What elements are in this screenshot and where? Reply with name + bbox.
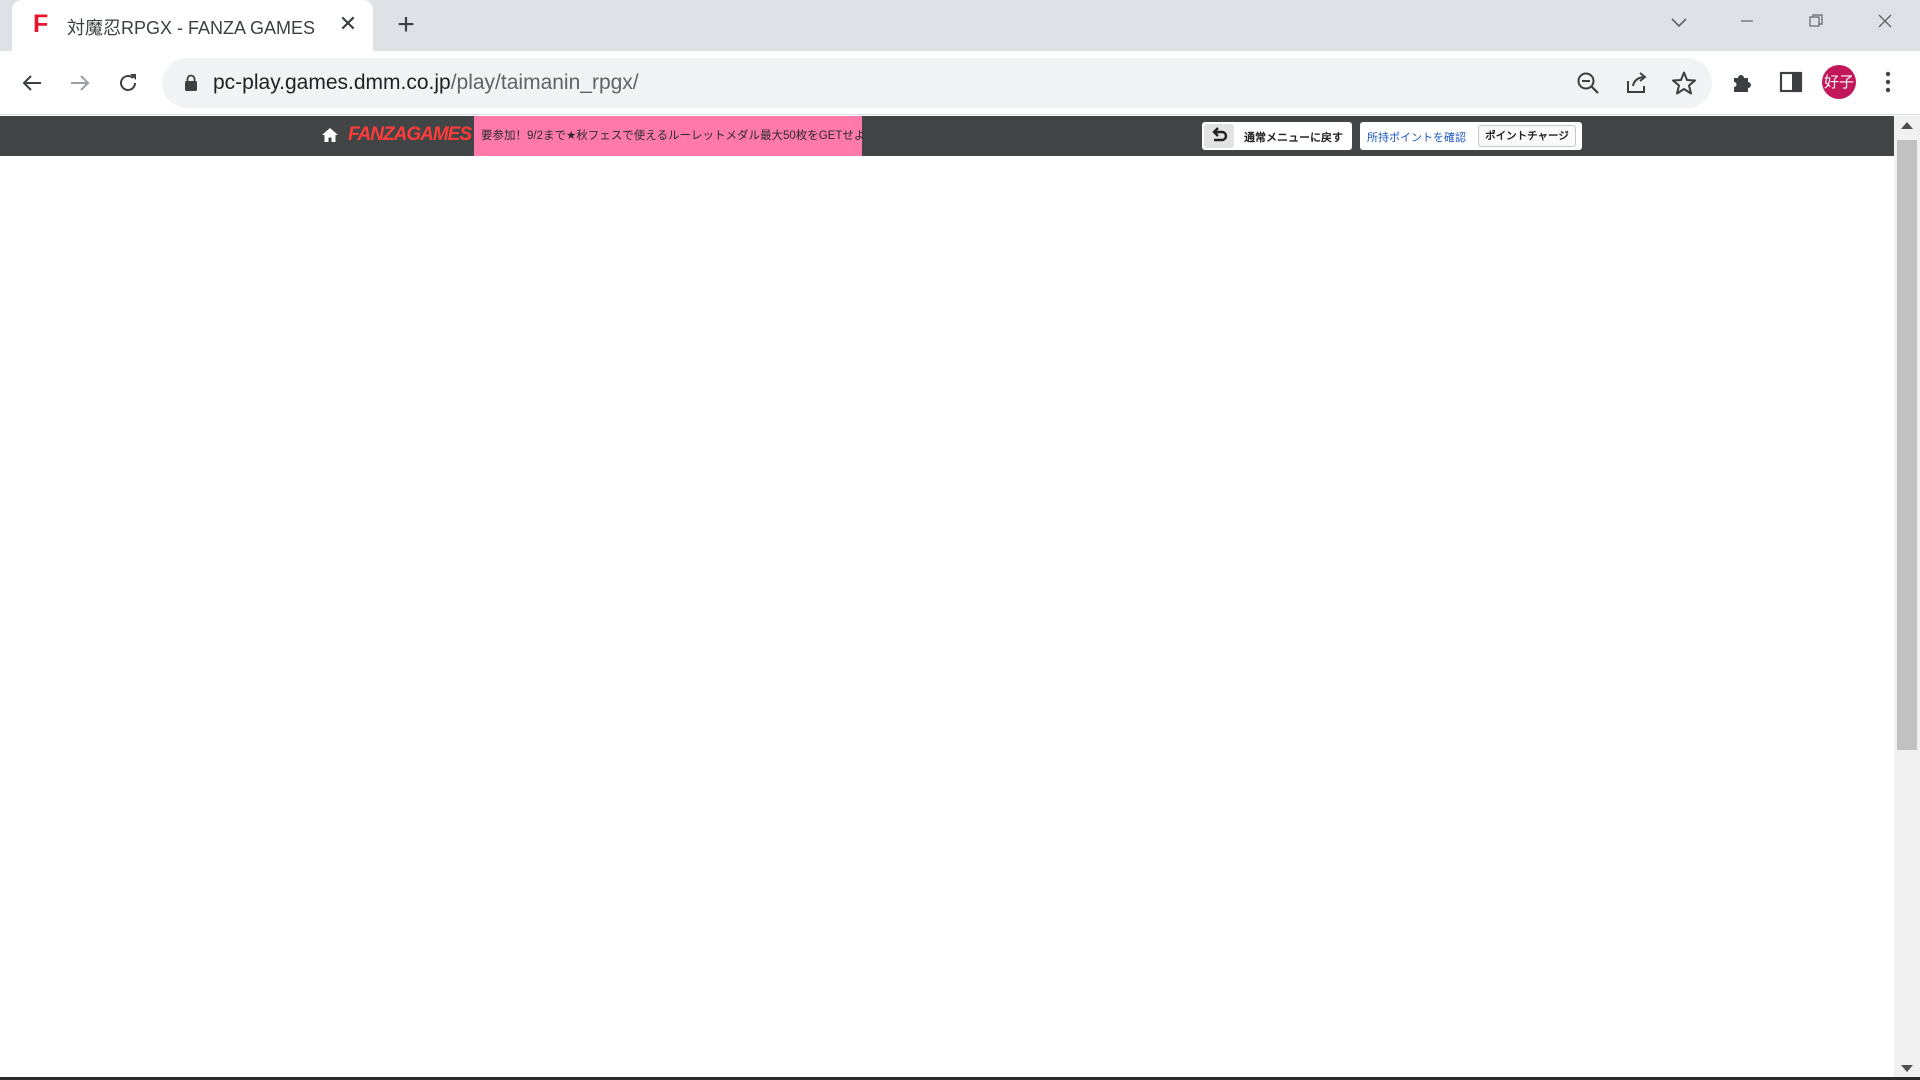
tab-search-icon[interactable] xyxy=(1659,8,1699,38)
tab-strip: F 対魔忍RPGX - FANZA GAMES ✕ + xyxy=(0,0,1920,51)
minimize-icon[interactable] xyxy=(1727,8,1767,38)
menu-icon[interactable] xyxy=(1874,68,1902,96)
close-window-icon[interactable] xyxy=(1865,8,1905,38)
fanza-topbar: FANZAGAMES 要参加！9/2まで★秋フェスで使えるルーレットメダル最大5… xyxy=(0,116,1894,156)
share-icon[interactable] xyxy=(1623,70,1649,96)
profile-avatar[interactable]: 好子 xyxy=(1822,65,1856,99)
page-viewport: FANZAGAMES 要参加！9/2まで★秋フェスで使えるルーレットメダル最大5… xyxy=(0,116,1894,1080)
side-panel-icon[interactable] xyxy=(1777,68,1805,96)
points-box: 所持ポイントを確認 ポイントチャージ xyxy=(1360,122,1582,150)
url-host: pc-play.games.dmm.co.jp xyxy=(213,71,451,94)
scroll-down-arrow-icon[interactable] xyxy=(1901,1065,1913,1072)
tab-close-icon[interactable]: ✕ xyxy=(336,12,360,36)
scroll-thumb[interactable] xyxy=(1897,140,1917,750)
browser-tab[interactable]: F 対魔忍RPGX - FANZA GAMES ✕ xyxy=(12,0,373,51)
point-charge-button[interactable]: ポイントチャージ xyxy=(1478,125,1576,147)
zoom-out-icon[interactable] xyxy=(1575,70,1601,96)
fanza-games-logo[interactable]: FANZAGAMES xyxy=(348,124,472,146)
new-tab-button[interactable]: + xyxy=(391,10,421,40)
url-text[interactable]: pc-play.games.dmm.co.jp/play/taimanin_rp… xyxy=(213,71,639,95)
fanza-favicon-icon: F xyxy=(33,10,49,38)
scroll-up-arrow-icon[interactable] xyxy=(1901,122,1913,129)
tab-title: 対魔忍RPGX - FANZA GAMES xyxy=(67,18,316,38)
back-to-normal-menu-label: 通常メニューに戻す xyxy=(1244,132,1343,144)
reload-icon[interactable] xyxy=(108,63,148,103)
restore-icon[interactable] xyxy=(1796,8,1836,38)
browser-toolbar: pc-play.games.dmm.co.jp/play/taimanin_rp… xyxy=(0,51,1920,115)
home-icon[interactable] xyxy=(321,126,339,144)
star-icon[interactable] xyxy=(1671,70,1697,96)
check-points-link[interactable]: 所持ポイントを確認 xyxy=(1367,129,1466,145)
back-to-normal-menu-button[interactable]: 通常メニューに戻す xyxy=(1202,122,1352,150)
address-bar[interactable]: pc-play.games.dmm.co.jp/play/taimanin_rp… xyxy=(162,58,1712,108)
return-arrow-icon xyxy=(1204,124,1234,148)
extensions-icon[interactable] xyxy=(1729,68,1757,96)
forward-icon[interactable] xyxy=(60,63,100,103)
url-path: /play/taimanin_rpgx/ xyxy=(450,71,639,94)
promo-banner[interactable]: 要参加！9/2まで★秋フェスで使えるルーレットメダル最大50枚をGETせよ xyxy=(474,116,865,156)
lock-icon[interactable] xyxy=(184,74,198,92)
page-scrollbar[interactable] xyxy=(1894,116,1920,1080)
back-icon[interactable] xyxy=(12,63,52,103)
